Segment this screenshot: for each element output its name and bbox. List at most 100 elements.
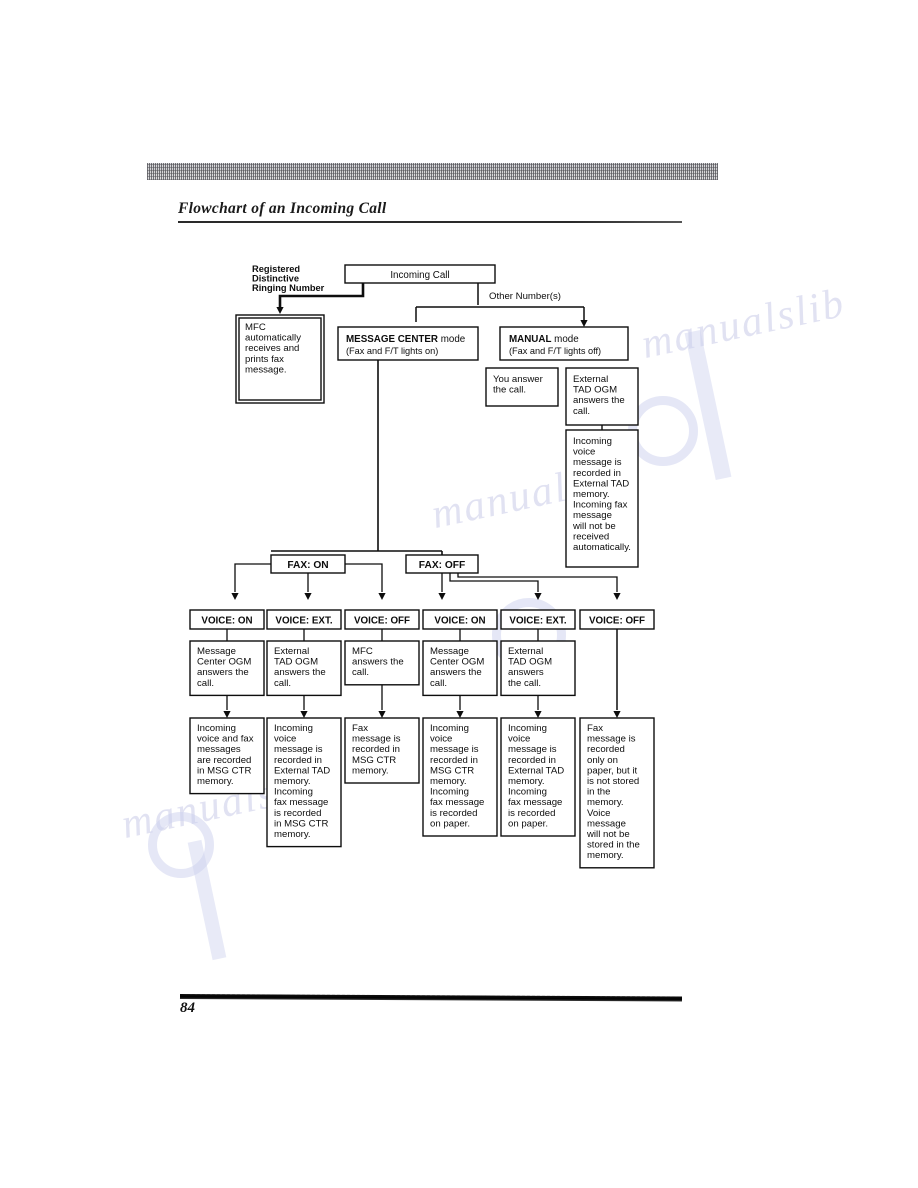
svg-text:paper, but it: paper, but it bbox=[587, 765, 637, 776]
svg-text:answers the: answers the bbox=[430, 667, 482, 678]
svg-text:messages: messages bbox=[197, 744, 241, 755]
svg-text:recorded in: recorded in bbox=[352, 744, 400, 755]
svg-text:Incoming: Incoming bbox=[508, 787, 547, 798]
svg-text:message is: message is bbox=[274, 744, 323, 755]
svg-text:Incoming: Incoming bbox=[430, 787, 469, 798]
svg-text:is recorded: is recorded bbox=[430, 808, 477, 819]
svg-text:TAD OGM: TAD OGM bbox=[508, 657, 552, 668]
voice-label-5: VOICE: OFF bbox=[589, 616, 645, 627]
svg-text:message is: message is bbox=[430, 744, 479, 755]
arrow-to-result-1 bbox=[300, 711, 308, 718]
svg-text:call.: call. bbox=[197, 678, 214, 689]
svg-text:voice: voice bbox=[508, 734, 530, 745]
svg-text:will not be: will not be bbox=[572, 521, 616, 532]
registered-distinctive-label: Registered bbox=[252, 264, 300, 274]
svg-text:recorded in: recorded in bbox=[430, 755, 478, 766]
svg-text:recorded in: recorded in bbox=[573, 468, 621, 479]
manual-sublabel: (Fax and F/T lights off) bbox=[509, 346, 601, 356]
voice-label-0: VOICE: ON bbox=[201, 616, 252, 627]
incoming-call-label: Incoming Call bbox=[390, 270, 449, 281]
svg-text:TAD OGM: TAD OGM bbox=[573, 385, 617, 396]
svg-text:is recorded: is recorded bbox=[274, 808, 321, 819]
svg-text:voice: voice bbox=[573, 447, 595, 458]
svg-text:only on: only on bbox=[587, 755, 618, 766]
svg-text:call.: call. bbox=[573, 406, 590, 417]
arrow-faxon-c2 bbox=[378, 593, 386, 600]
svg-text:memory.: memory. bbox=[508, 776, 545, 787]
svg-text:MSG CTR: MSG CTR bbox=[430, 765, 474, 776]
svg-text:memory.: memory. bbox=[352, 765, 389, 776]
svg-text:on paper.: on paper. bbox=[430, 818, 470, 829]
svg-text:answers: answers bbox=[508, 667, 544, 678]
voice-label-1: VOICE: EXT. bbox=[275, 616, 332, 627]
svg-text:fax message: fax message bbox=[430, 797, 484, 808]
svg-text:message: message bbox=[587, 818, 626, 829]
arrow-to-result-0 bbox=[223, 711, 231, 718]
svg-text:message is: message is bbox=[508, 744, 557, 755]
svg-text:External TAD: External TAD bbox=[508, 765, 564, 776]
arrow-faxoff-c5 bbox=[613, 593, 621, 600]
svg-text:call.: call. bbox=[430, 678, 447, 689]
svg-text:message: message bbox=[573, 510, 612, 521]
svg-text:message is: message is bbox=[587, 734, 636, 745]
fax-off-label: FAX: OFF bbox=[419, 560, 465, 571]
message-center-label: MESSAGE CENTER mode bbox=[346, 334, 466, 345]
registered-distinctive-label: Ringing Number bbox=[252, 283, 325, 293]
svg-text:External: External bbox=[274, 646, 309, 657]
page-number: 84 bbox=[180, 1000, 195, 1016]
arrow-to-result-3 bbox=[456, 711, 464, 718]
svg-text:MSG CTR: MSG CTR bbox=[352, 755, 396, 766]
svg-text:Incoming: Incoming bbox=[508, 723, 547, 734]
svg-text:automatically.: automatically. bbox=[573, 542, 631, 553]
svg-text:memory.: memory. bbox=[274, 776, 311, 787]
arrow-faxon-c0 bbox=[231, 593, 239, 600]
svg-text:External TAD: External TAD bbox=[274, 765, 330, 776]
svg-text:Message: Message bbox=[197, 646, 236, 657]
svg-text:fax message: fax message bbox=[508, 797, 562, 808]
svg-text:message is: message is bbox=[573, 457, 622, 468]
incoming-call-flowchart: Incoming Call RegisteredDistinctiveRingin… bbox=[189, 264, 655, 869]
scanned-manual-page: manualslib manualslib manualslib Flowcha… bbox=[0, 0, 918, 1188]
svg-text:message is: message is bbox=[352, 734, 401, 745]
voice-label-4: VOICE: EXT. bbox=[509, 616, 566, 627]
svg-text:Incoming: Incoming bbox=[197, 723, 236, 734]
svg-text:MFC: MFC bbox=[245, 322, 266, 333]
arrow-to-manual bbox=[580, 320, 588, 327]
svg-text:in the: in the bbox=[587, 787, 610, 798]
svg-text:are recorded: are recorded bbox=[197, 755, 251, 766]
svg-text:External TAD: External TAD bbox=[573, 478, 629, 489]
registered-distinctive-label: Distinctive bbox=[252, 274, 299, 284]
svg-text:answers the: answers the bbox=[352, 657, 404, 668]
svg-text:answers the: answers the bbox=[573, 395, 625, 406]
arrow-faxon-c1 bbox=[304, 593, 312, 600]
svg-text:Fax: Fax bbox=[587, 723, 603, 734]
svg-text:TAD OGM: TAD OGM bbox=[274, 657, 318, 668]
svg-text:recorded in: recorded in bbox=[508, 755, 556, 766]
svg-text:the call.: the call. bbox=[493, 385, 526, 396]
svg-text:in MSG CTR: in MSG CTR bbox=[197, 765, 251, 776]
svg-text:in MSG CTR: in MSG CTR bbox=[274, 818, 328, 829]
svg-text:message.: message. bbox=[245, 364, 287, 375]
svg-text:fax message: fax message bbox=[274, 797, 328, 808]
svg-text:MFC: MFC bbox=[352, 646, 373, 657]
edge-faxoff-c4 bbox=[449, 573, 539, 592]
svg-text:voice: voice bbox=[274, 734, 296, 745]
other-numbers-label: Other Number(s) bbox=[489, 291, 561, 302]
svg-text:recorded in: recorded in bbox=[274, 755, 322, 766]
svg-text:Incoming: Incoming bbox=[430, 723, 469, 734]
svg-text:recorded: recorded bbox=[587, 744, 625, 755]
svg-text:External: External bbox=[508, 646, 543, 657]
arrow-faxoff-c3 bbox=[438, 593, 446, 600]
svg-text:is recorded: is recorded bbox=[508, 808, 555, 819]
svg-text:Center OGM: Center OGM bbox=[430, 657, 484, 668]
svg-text:External: External bbox=[573, 374, 608, 385]
svg-text:answers the: answers the bbox=[274, 667, 326, 678]
svg-text:call.: call. bbox=[352, 667, 369, 678]
svg-text:stored in the: stored in the bbox=[587, 840, 640, 851]
svg-text:Center OGM: Center OGM bbox=[197, 657, 251, 668]
svg-text:You answer: You answer bbox=[493, 374, 544, 385]
voice-label-3: VOICE: ON bbox=[434, 616, 485, 627]
svg-text:memory.: memory. bbox=[197, 776, 234, 787]
svg-text:memory.: memory. bbox=[274, 829, 311, 840]
svg-text:is not stored: is not stored bbox=[587, 776, 639, 787]
